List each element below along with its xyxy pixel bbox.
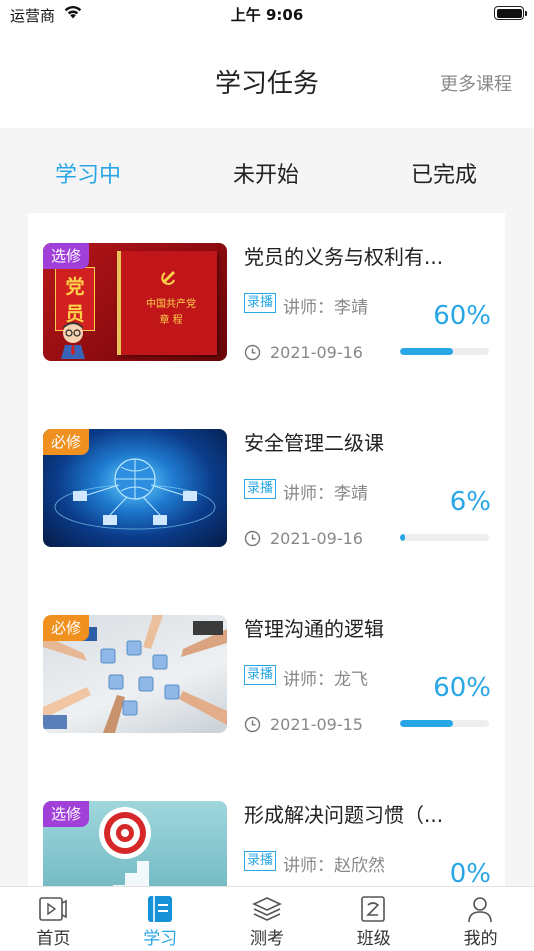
progress-percent: 60% bbox=[433, 673, 491, 703]
status-bar: 运营商 上午 9:06 bbox=[0, 0, 534, 30]
recorded-tag: 录播 bbox=[244, 293, 277, 313]
course-date: 2021-09-16 bbox=[270, 343, 363, 362]
teacher-name: 讲师：龙飞 bbox=[283, 670, 368, 690]
tabbar-study-label: 学习 bbox=[143, 929, 178, 949]
progress-bar bbox=[400, 534, 489, 541]
course-date: 2021-09-16 bbox=[270, 529, 363, 548]
tab-not-started[interactable]: 未开始 bbox=[233, 157, 299, 189]
tabbar-class[interactable]: 班级 bbox=[320, 887, 427, 951]
tabbar-home-label: 首页 bbox=[36, 929, 71, 949]
tabbar-mine-label: 我的 bbox=[463, 929, 498, 949]
progress-percent: 0% bbox=[449, 859, 491, 886]
course-date: 2021-09-15 bbox=[270, 715, 363, 734]
charter-book: 中国共产党 章 程 bbox=[117, 251, 217, 355]
elective-badge: 选修 bbox=[43, 801, 90, 827]
tabbar-mine[interactable]: 我的 bbox=[427, 887, 534, 951]
course-list: 选修 党 员 中国共产党 章 程 党员的义务与权利有... 录播 讲师：李靖 6… bbox=[28, 213, 505, 886]
video-icon bbox=[39, 897, 67, 921]
layers-icon bbox=[251, 897, 282, 921]
party-emblem-icon bbox=[161, 271, 175, 285]
progress-bar bbox=[400, 348, 489, 355]
charter-book-subtitle: 章 程 bbox=[159, 315, 183, 326]
tabbar-class-label: 班级 bbox=[356, 929, 391, 949]
user-icon bbox=[468, 897, 492, 923]
charter-book-title: 中国共产党 bbox=[146, 299, 196, 310]
recorded-tag: 录播 bbox=[244, 479, 277, 499]
tabbar-home[interactable]: 首页 bbox=[0, 887, 107, 951]
study-icon bbox=[147, 896, 172, 922]
tabbar-study[interactable]: 学习 bbox=[107, 887, 214, 951]
required-badge: 必修 bbox=[43, 615, 90, 641]
nav-bar: 学习任务 更多课程 bbox=[0, 30, 534, 128]
course-title: 形成解决问题习惯（... bbox=[244, 803, 444, 827]
teacher-name: 讲师：李靖 bbox=[283, 484, 368, 504]
more-courses-link[interactable]: 更多课程 bbox=[440, 70, 512, 96]
clock-icon bbox=[244, 716, 261, 733]
course-item[interactable]: 必修 管理沟通的逻辑 录播 讲师：龙飞 60% 2021-09-15 bbox=[28, 585, 505, 771]
course-title: 管理沟通的逻辑 bbox=[244, 617, 384, 641]
course-item[interactable]: 选修 形成解决问题习惯（... 录播 讲师：赵欣然 0% bbox=[28, 771, 505, 886]
tab-in-progress[interactable]: 学习中 bbox=[55, 157, 121, 189]
tabbar-exam[interactable]: 测考 bbox=[214, 887, 321, 951]
tab-completed[interactable]: 已完成 bbox=[411, 157, 477, 189]
tabbar-exam-label: 测考 bbox=[249, 929, 284, 949]
course-thumbnail: 选修 bbox=[43, 801, 227, 886]
progress-percent: 6% bbox=[449, 487, 491, 517]
required-badge: 必修 bbox=[43, 429, 90, 455]
elective-badge: 选修 bbox=[43, 243, 90, 269]
course-thumbnail: 必修 bbox=[43, 615, 227, 733]
course-item[interactable]: 必修 安全管理二级课 录播 讲师：李靖 6% 2021-09-16 bbox=[28, 399, 505, 585]
bottom-tab-bar: 首页 学习 测考 班级 我的 bbox=[0, 886, 534, 950]
progress-bar bbox=[400, 720, 489, 727]
course-title: 党员的义务与权利有... bbox=[244, 245, 444, 269]
course-item[interactable]: 选修 党 员 中国共产党 章 程 党员的义务与权利有... 录播 讲师：李靖 6… bbox=[28, 213, 505, 399]
teacher-name: 讲师：李靖 bbox=[283, 298, 368, 318]
status-time: 上午 9:06 bbox=[230, 6, 304, 24]
progress-percent: 60% bbox=[433, 301, 491, 331]
teacher-name: 讲师：赵欣然 bbox=[283, 856, 385, 876]
status-tabs: 学习中 未开始 已完成 bbox=[0, 128, 534, 214]
clock-icon bbox=[244, 344, 261, 361]
course-thumbnail: 选修 党 员 中国共产党 章 程 bbox=[43, 243, 227, 361]
lecturer-cartoon bbox=[61, 322, 85, 359]
course-thumbnail: 必修 bbox=[43, 429, 227, 547]
clock-icon bbox=[244, 530, 261, 547]
class-icon bbox=[361, 896, 386, 922]
recorded-tag: 录播 bbox=[244, 665, 277, 685]
battery-icon bbox=[494, 6, 527, 20]
thumb-big-char-1: 党 bbox=[65, 276, 85, 298]
recorded-tag: 录播 bbox=[244, 851, 277, 871]
course-title: 安全管理二级课 bbox=[244, 431, 384, 455]
